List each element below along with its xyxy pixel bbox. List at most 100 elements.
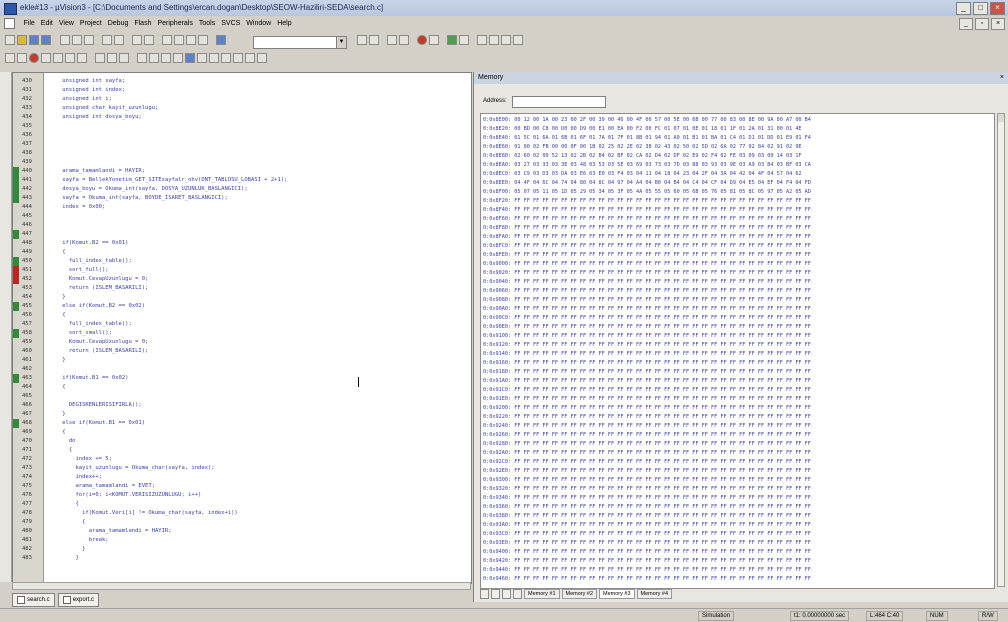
disassembly-icon[interactable] xyxy=(429,35,439,45)
line-number[interactable]: 457 xyxy=(13,320,43,329)
line-number[interactable]: 452 xyxy=(13,275,43,284)
memory-row[interactable]: 0:0x8EE0: 04 4F 04 6C 04 74 04 80 04 8C … xyxy=(483,179,811,188)
memory-row[interactable]: 0:0x9080: FF FF FF FF FF FF FF FF FF FF … xyxy=(483,296,811,305)
line-number[interactable]: 474 xyxy=(13,473,43,482)
line-number[interactable]: 441 xyxy=(13,176,43,185)
line-number[interactable]: 446 xyxy=(13,221,43,230)
find-combo[interactable]: ▼ xyxy=(253,36,347,49)
line-number[interactable]: 442 xyxy=(13,185,43,194)
run-to-cursor-icon[interactable] xyxy=(77,53,87,63)
memory-row[interactable]: 0:0x9440: FF FF FF FF FF FF FF FF FF FF … xyxy=(483,566,811,575)
settings-icon[interactable] xyxy=(245,53,255,63)
line-number[interactable]: 480 xyxy=(13,527,43,536)
code-line[interactable]: sayfa = BellekYonetim_GET_SITEsayfalr_oh… xyxy=(49,176,459,185)
debug-start-icon[interactable] xyxy=(399,35,409,45)
memory-row[interactable]: 0:0x9160: FF FF FF FF FF FF FF FF FF FF … xyxy=(483,359,811,368)
memory-row[interactable]: 0:0x9320: FF FF FF FF FF FF FF FF FF FF … xyxy=(483,485,811,494)
breakpoint-icon[interactable] xyxy=(417,35,427,45)
line-number[interactable]: 471 xyxy=(13,446,43,455)
step-out-icon[interactable] xyxy=(65,53,75,63)
mdi-restore-button[interactable]: ▫ xyxy=(975,18,989,30)
memory-row[interactable]: 0:0x8EA0: 03 27 03 33 03 3E 03 48 03 53 … xyxy=(483,161,811,170)
save-all-icon[interactable] xyxy=(41,35,51,45)
memory-row[interactable]: 0:0x8E20: 00 BD 00 C8 00 D0 00 D9 00 E1 … xyxy=(483,125,802,134)
serial-window-icon[interactable] xyxy=(173,53,183,63)
code-line[interactable]: for(i=0; i<KOMUT.VERISIZUZUNLUGU; i++) xyxy=(49,491,459,500)
memory-row[interactable]: 0:0x9000: FF FF FF FF FF FF FF FF FF FF … xyxy=(483,260,811,269)
line-number[interactable]: 483 xyxy=(13,554,43,563)
code-line[interactable]: return (ISLEM_BASARILI); xyxy=(49,284,459,293)
code-line[interactable]: full_index_table(); xyxy=(49,320,459,329)
code-line[interactable]: arama_tamamlandi = HAYIR; xyxy=(49,527,459,536)
menu-item-help[interactable]: Help xyxy=(274,18,294,29)
code-line[interactable]: } xyxy=(49,356,459,365)
code-line[interactable]: Komut.CevapUzunlugu = 0; xyxy=(49,338,459,347)
menu-item-file[interactable]: File xyxy=(21,18,38,29)
wrench-icon[interactable] xyxy=(257,53,267,63)
code-line[interactable]: return (ISLEM_BASARILI); xyxy=(49,347,459,356)
line-number[interactable]: 435 xyxy=(13,122,43,131)
memory-row[interactable]: 0:0x9220: FF FF FF FF FF FF FF FF FF FF … xyxy=(483,413,811,422)
line-number[interactable]: 431 xyxy=(13,86,43,95)
memory-window-icon[interactable] xyxy=(185,53,195,63)
memory-row[interactable]: 0:0x8E00: 00 12 00 1A 00 23 00 2F 00 39 … xyxy=(483,116,811,125)
line-number[interactable]: 430 xyxy=(13,77,43,86)
memory-row[interactable]: 0:0x9280: FF FF FF FF FF FF FF FF FF FF … xyxy=(483,440,811,449)
clear-bookmarks-icon[interactable] xyxy=(198,35,208,45)
memory-row[interactable]: 0:0x8F00: 05 07 05 11 05 1D 05 29 05 34 … xyxy=(483,188,811,197)
code-line[interactable]: full_index_table(); xyxy=(49,257,459,266)
code-line[interactable]: { xyxy=(49,428,459,437)
tool2-icon[interactable] xyxy=(489,35,499,45)
code-line[interactable]: index = 0x00; xyxy=(49,203,459,212)
memory-row[interactable]: 0:0x9260: FF FF FF FF FF FF FF FF FF FF … xyxy=(483,431,811,440)
memory-row[interactable]: 0:0x9360: FF FF FF FF FF FF FF FF FF FF … xyxy=(483,503,811,512)
line-number[interactable]: 463 xyxy=(13,374,43,383)
code-line[interactable]: sort_small(); xyxy=(49,329,459,338)
memory-row[interactable]: 0:0x93A0: FF FF FF FF FF FF FF FF FF FF … xyxy=(483,521,811,530)
line-number[interactable]: 473 xyxy=(13,464,43,473)
memory-row[interactable]: 0:0x8FC0: FF FF FF FF FF FF FF FF FF FF … xyxy=(483,242,811,251)
memory-row[interactable]: 0:0x92C0: FF FF FF FF FF FF FF FF FF FF … xyxy=(483,458,811,467)
code-line[interactable]: { xyxy=(49,383,459,392)
toolbox-icon[interactable] xyxy=(233,53,243,63)
memory-row[interactable]: 0:0x8FA0: FF FF FF FF FF FF FF FF FF FF … xyxy=(483,233,811,242)
line-number[interactable]: 467 xyxy=(13,410,43,419)
tool1-icon[interactable] xyxy=(477,35,487,45)
code-line[interactable]: Komut.CevapUzunlugu = 0; xyxy=(49,275,459,284)
line-number[interactable]: 444 xyxy=(13,203,43,212)
line-number[interactable]: 468 xyxy=(13,419,43,428)
memory-row[interactable]: 0:0x9420: FF FF FF FF FF FF FF FF FF FF … xyxy=(483,557,811,566)
prev-bookmark-icon[interactable] xyxy=(174,35,184,45)
line-number[interactable]: 462 xyxy=(13,365,43,374)
code-line[interactable] xyxy=(49,221,459,230)
menu-item-view[interactable]: View xyxy=(56,18,77,29)
tab-memory-3[interactable]: Memory #3 xyxy=(599,588,635,599)
line-number[interactable]: 445 xyxy=(13,212,43,221)
code-line[interactable] xyxy=(49,149,459,158)
memory-row[interactable]: 0:0x90E0: FF FF FF FF FF FF FF FF FF FF … xyxy=(483,323,811,332)
cut-icon[interactable] xyxy=(60,35,70,45)
maximize-button[interactable]: □ xyxy=(973,2,988,15)
save-icon[interactable] xyxy=(29,35,39,45)
memory-row[interactable]: 0:0x9460: FF FF FF FF FF FF FF FF FF FF … xyxy=(483,575,811,584)
memory-row[interactable]: 0:0x9040: FF FF FF FF FF FF FF FF FF FF … xyxy=(483,278,811,287)
code-line[interactable]: DEGISKENLERISIFIRLA(); xyxy=(49,401,459,410)
code-line[interactable]: index++; xyxy=(49,473,459,482)
step-over-icon[interactable] xyxy=(53,53,63,63)
code-line[interactable]: index += 5; xyxy=(49,455,459,464)
memory-scrollbar[interactable] xyxy=(997,113,1005,587)
menu-item-flash[interactable]: Flash xyxy=(131,18,154,29)
line-number[interactable]: 454 xyxy=(13,293,43,302)
show-next-statement-icon[interactable] xyxy=(95,53,105,63)
memory-row[interactable]: 0:0x9140: FF FF FF FF FF FF FF FF FF FF … xyxy=(483,350,811,359)
line-number[interactable]: 479 xyxy=(13,518,43,527)
memory-row[interactable]: 0:0x90C0: FF FF FF FF FF FF FF FF FF FF … xyxy=(483,314,811,323)
line-number[interactable]: 438 xyxy=(13,149,43,158)
code-line[interactable]: arama_tamamlandi = HAYIR; xyxy=(49,167,459,176)
memory-row[interactable]: 0:0x8E80: 02 60 02 00 52 13 02 2B 02 B4 … xyxy=(483,152,802,161)
binoculars-icon[interactable] xyxy=(369,35,379,45)
line-number[interactable]: 437 xyxy=(13,140,43,149)
code-line[interactable]: sayfa = Okuma_int(sayfa, BOYDE_ISARET_BA… xyxy=(49,194,459,203)
memory-row[interactable]: 0:0x9340: FF FF FF FF FF FF FF FF FF FF … xyxy=(483,494,811,503)
menu-item-tools[interactable]: Tools xyxy=(196,18,218,29)
